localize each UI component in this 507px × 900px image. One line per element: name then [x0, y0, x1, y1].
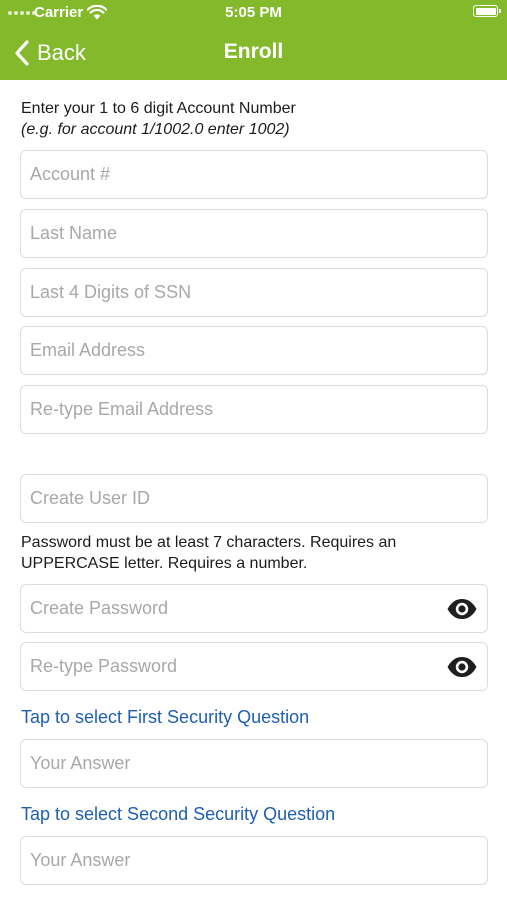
password-input[interactable] — [21, 585, 487, 632]
user-id-field — [20, 474, 488, 523]
email-input[interactable] — [21, 327, 487, 374]
password-confirm-field — [20, 642, 488, 691]
status-time: 5:05 PM — [225, 4, 282, 21]
ssn-field — [20, 268, 488, 317]
last-name-input[interactable] — [21, 210, 487, 257]
account-number-field — [20, 150, 488, 199]
account-number-input[interactable] — [21, 151, 487, 198]
page-title: Enroll — [223, 40, 284, 63]
navigation-header: Carrier 5:05 PM Back Enroll — [0, 0, 507, 80]
first-answer-field — [20, 739, 488, 788]
second-security-question-link[interactable]: Tap to select Second Security Question — [21, 804, 335, 825]
battery-icon — [473, 5, 501, 17]
email-confirm-input[interactable] — [21, 386, 487, 433]
ssn-last4-input[interactable] — [21, 269, 487, 316]
password-field — [20, 584, 488, 633]
second-answer-field — [20, 836, 488, 885]
second-answer-input[interactable] — [21, 837, 487, 884]
first-answer-input[interactable] — [21, 740, 487, 787]
account-instruction-text: Enter your 1 to 6 digit Account Number — [21, 100, 296, 117]
status-bar: Carrier 5:05 PM — [0, 0, 507, 26]
user-id-input[interactable] — [21, 475, 487, 522]
account-example-text: (e.g. for account 1/1002.0 enter 1002) — [21, 121, 290, 138]
first-security-question-link[interactable]: Tap to select First Security Question — [21, 707, 309, 728]
eye-icon[interactable] — [446, 655, 478, 679]
email-field — [20, 326, 488, 375]
eye-icon[interactable] — [446, 597, 478, 621]
last-name-field — [20, 209, 488, 258]
password-confirm-input[interactable] — [21, 643, 487, 690]
account-instructions: Enter your 1 to 6 digit Account Number (… — [21, 98, 296, 140]
email-confirm-field — [20, 385, 488, 434]
password-requirements: Password must be at least 7 characters. … — [21, 534, 397, 572]
